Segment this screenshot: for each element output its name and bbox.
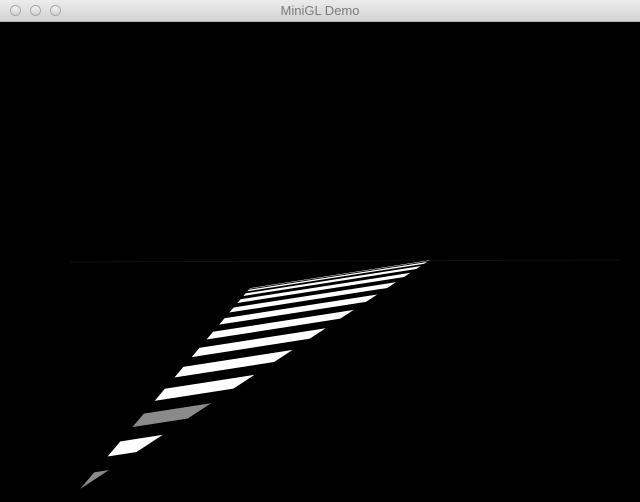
horizon-line — [69, 259, 621, 263]
gl-canvas[interactable] — [0, 22, 640, 502]
render-surface — [69, 259, 621, 489]
app-window: MiniGL Demo — [0, 0, 640, 502]
window-title: MiniGL Demo — [280, 3, 360, 18]
triangle-stripe — [237, 260, 430, 304]
title-bar[interactable]: MiniGL Demo — [0, 0, 640, 22]
triangle-stripe — [80, 468, 118, 489]
